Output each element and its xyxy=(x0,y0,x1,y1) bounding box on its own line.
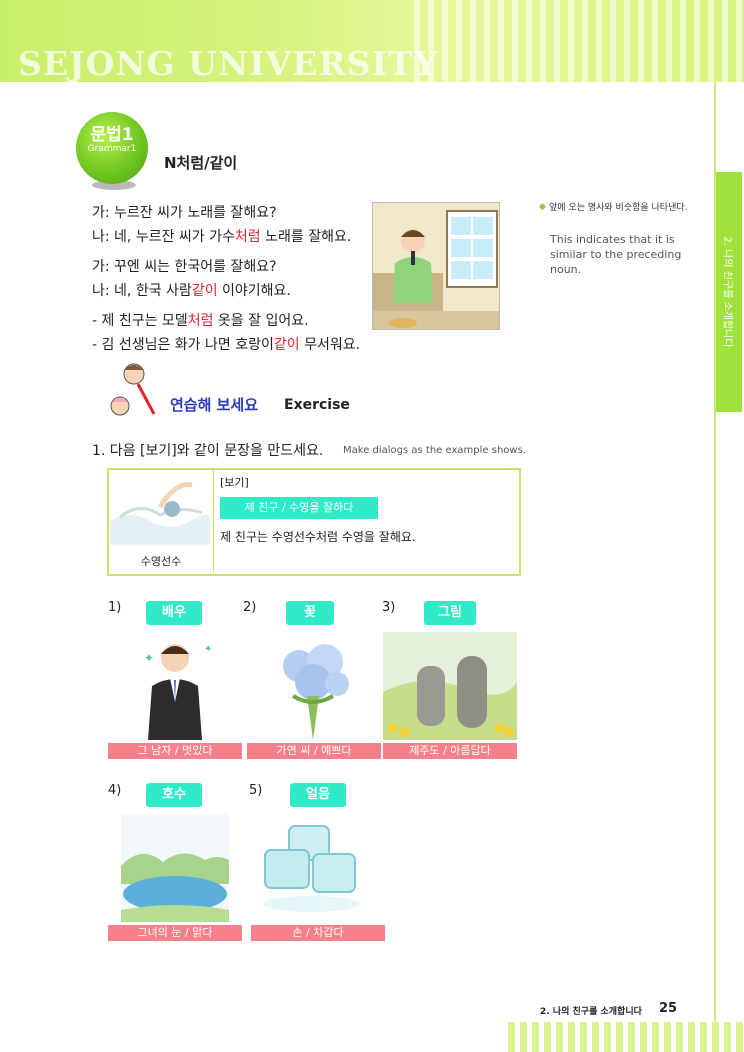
svg-text:✦: ✦ xyxy=(204,644,212,655)
example1-highlight: 처럼 xyxy=(187,313,214,329)
item4-number: 4) xyxy=(108,783,122,798)
dialog2-question: 가: 꾸엔 씨는 한국어를 잘해요? xyxy=(92,259,277,275)
svg-text:✦: ✦ xyxy=(144,651,154,665)
note-korean: 앞에 오는 명사와 비슷함을 나타낸다. xyxy=(549,203,688,213)
dialog1-question: 가: 누르잔 씨가 노래를 잘해요? xyxy=(92,205,277,221)
footer-chapter-title: 2. 나의 친구를 소개합니다 xyxy=(540,1007,642,1017)
item1-caption: 그 남자 / 멋있다 xyxy=(108,743,242,759)
actor-illustration: ✦ ✦ xyxy=(108,632,242,740)
grammar-badge-label: 문법1 xyxy=(90,125,134,145)
exercise-title: 연습해 보세요 xyxy=(170,396,259,414)
example1-post: 옷을 잘 입어요. xyxy=(213,313,309,329)
page-number: 25 xyxy=(659,1001,678,1016)
example2-highlight: 같이 xyxy=(273,337,300,353)
ice-cubes-illustration xyxy=(255,818,365,918)
item5-word-pill: 얼음 xyxy=(290,783,346,807)
note-english: This indicates that it is similar to the… xyxy=(550,233,682,276)
item1-word-pill: 배우 xyxy=(146,601,202,625)
swimmer-illustration xyxy=(110,471,210,545)
example-image-caption: 수영선수 xyxy=(140,555,182,568)
question-1: 1. 다음 [보기]와 같이 문장을 만드세요. xyxy=(92,443,324,459)
example-sentence-2: - 김 선생님은 화가 나면 호랑이같이 무서워요. xyxy=(92,334,360,354)
diamond-bullet-icon: ◆ xyxy=(539,202,546,212)
example2-post: 무서워요. xyxy=(299,337,361,353)
header-stripes xyxy=(414,0,744,82)
page-header-banner: SEJONG UNIVERSITY xyxy=(0,0,744,82)
side-tab-label: 2. 나의 친구를 소개합니다 xyxy=(721,236,733,348)
dialog2-answer-highlight: 같이 xyxy=(191,283,218,299)
grammar-title: N처럼/같이 xyxy=(164,154,238,172)
dialog2-answer-pre: 나: 네, 한국 사람 xyxy=(92,283,192,299)
example2-pre: - 김 선생님은 화가 나면 호랑이 xyxy=(92,337,274,353)
question-1-english: Make dialogs as the example shows. xyxy=(343,445,526,456)
dialog1-answer-highlight: 처럼 xyxy=(234,229,261,245)
singing-man-illustration xyxy=(372,202,500,330)
item2-number: 2) xyxy=(243,600,257,615)
item5-number: 5) xyxy=(249,783,263,798)
dialog2-answer: 나: 네, 한국 사람같이 이야기해요. xyxy=(92,280,291,300)
jeju-statues-illustration xyxy=(383,632,517,740)
example-prompt-pill: 제 친구 / 수영을 잘하다 xyxy=(220,497,378,519)
example1-pre: - 제 친구는 모델 xyxy=(92,313,188,329)
dialog1-answer-post: 노래를 잘해요. xyxy=(260,229,352,245)
exercise-title-english: Exercise xyxy=(284,397,350,413)
dialog1-answer-pre: 나: 네, 누르잔 씨가 가수 xyxy=(92,229,235,245)
item3-word-pill: 그림 xyxy=(424,601,476,625)
grammar-badge-sublabel: Grammar1 xyxy=(87,144,137,154)
item4-caption: 그녀의 눈 / 맑다 xyxy=(108,925,242,941)
brand-watermark: SEJONG UNIVERSITY xyxy=(18,44,439,82)
dialog1-answer: 나: 네, 누르잔 씨가 가수처럼 노래를 잘해요. xyxy=(92,226,351,246)
flower-bouquet-illustration xyxy=(247,632,381,740)
item2-word-pill: 꽃 xyxy=(286,601,334,625)
item5-caption: 손 / 차갑다 xyxy=(251,925,385,941)
dialog2-answer-post: 이야기해요. xyxy=(217,283,291,299)
footer-stripes xyxy=(508,1022,744,1052)
example-box-divider xyxy=(213,470,214,572)
example-label: [보기] xyxy=(220,476,249,489)
item4-word-pill: 호수 xyxy=(146,783,202,807)
item3-number: 3) xyxy=(382,600,396,615)
lake-illustration xyxy=(121,814,229,922)
item2-caption: 가연 씨 / 예쁘다 xyxy=(247,743,381,759)
item3-caption: 제주도 / 아름답다 xyxy=(383,743,517,759)
example-answer-sentence: 제 친구는 수영선수처럼 수영을 잘해요. xyxy=(220,530,416,544)
item1-number: 1) xyxy=(108,600,122,615)
example-sentence-1: - 제 친구는 모델처럼 옷을 잘 입어요. xyxy=(92,310,309,330)
exercise-girl-icon xyxy=(106,360,162,420)
